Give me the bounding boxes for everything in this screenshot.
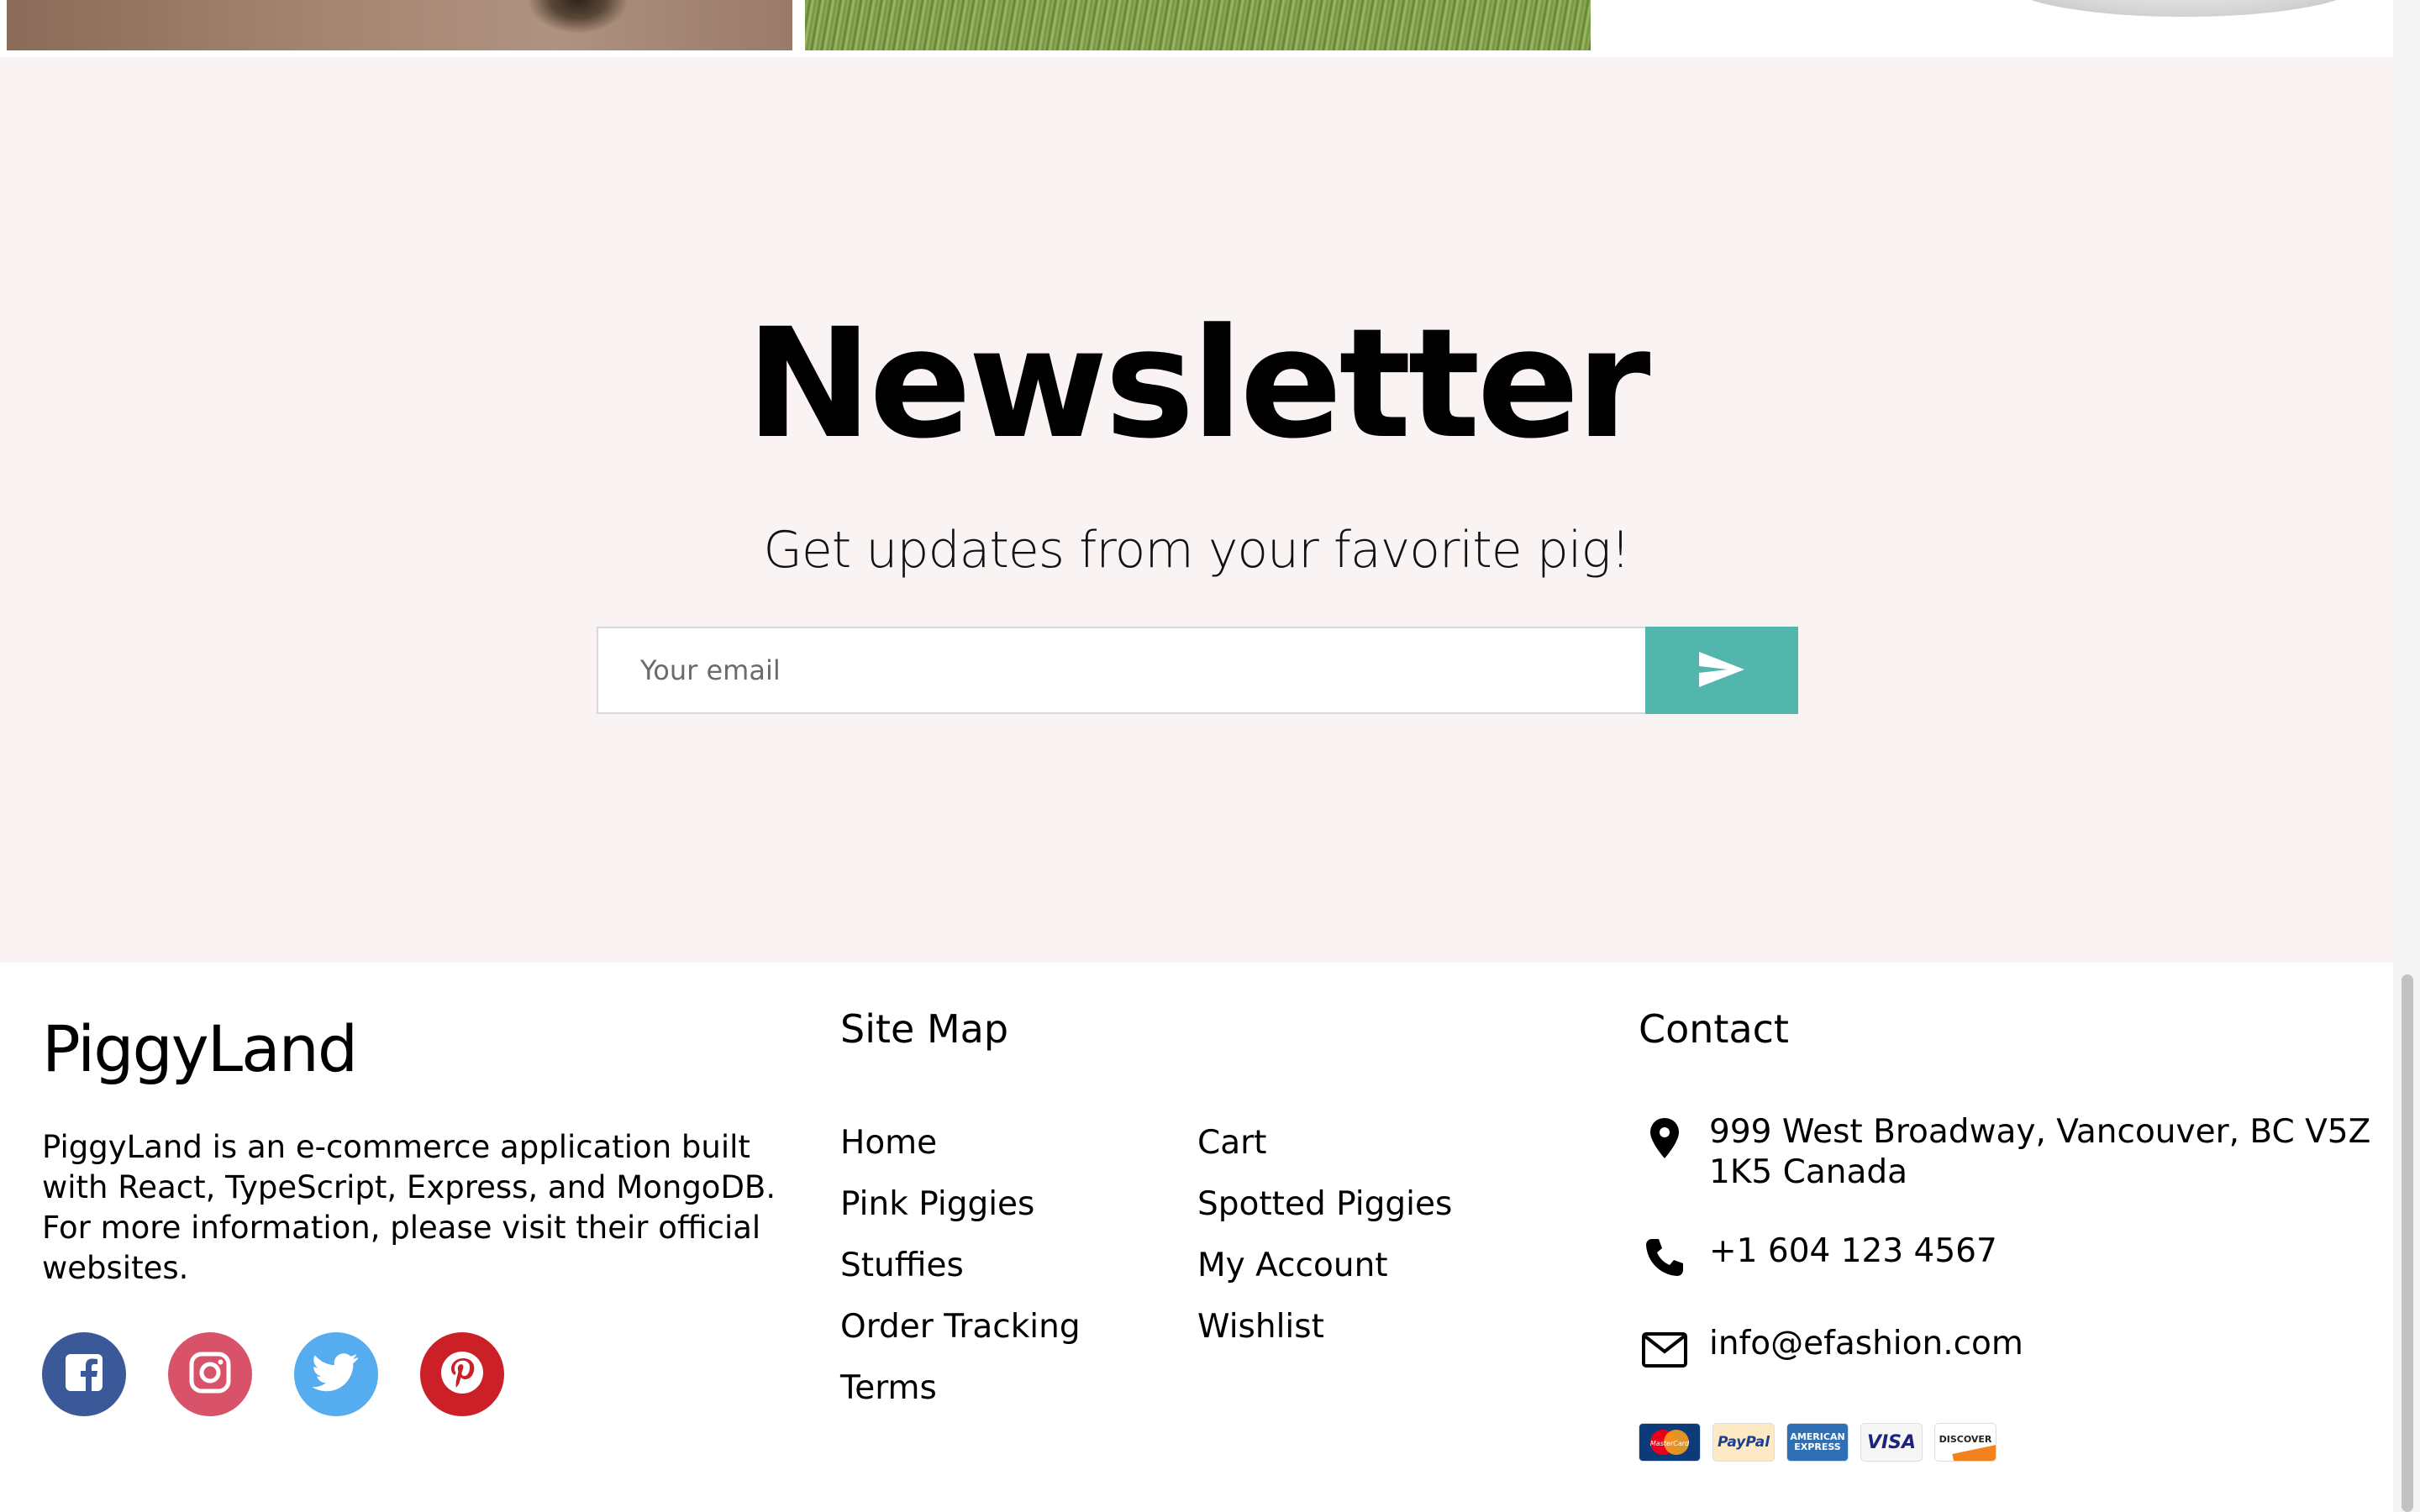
footer-link-stuffies[interactable]: Stuffies <box>840 1235 1081 1296</box>
contact-phone: +1 604 123 4567 <box>1639 1231 2381 1284</box>
pinterest-icon <box>439 1349 486 1399</box>
footer-link-pink-piggies[interactable]: Pink Piggies <box>840 1173 1081 1235</box>
discover-logo: DISCOVER <box>1934 1423 1996 1462</box>
product-image-pig-closeup[interactable] <box>7 0 792 50</box>
sitemap-heading: Site Map <box>840 1006 1009 1052</box>
footer-link-wishlist[interactable]: Wishlist <box>1197 1296 1452 1357</box>
twitter-icon <box>312 1352 360 1396</box>
instagram-icon <box>188 1351 232 1398</box>
product-image-pig-grass[interactable] <box>805 0 1591 50</box>
newsletter-title: Newsletter <box>745 297 1651 472</box>
product-image-bowl[interactable] <box>1604 0 2393 57</box>
footer-brand: PiggyLand <box>42 1011 358 1086</box>
amex-label: AMERICAN EXPRESS <box>1790 1431 1845 1452</box>
facebook-icon <box>64 1352 104 1396</box>
mastercard-label: MasterCard <box>1650 1440 1690 1447</box>
sitemap-column-1: Home Pink Piggies Stuffies Order Trackin… <box>840 1112 1081 1419</box>
contact-email: info@efashion.com <box>1639 1324 2381 1376</box>
product-image-strip <box>0 0 2393 57</box>
location-pin-icon <box>1639 1112 1691 1164</box>
email-input[interactable] <box>597 627 1645 714</box>
instagram-link[interactable] <box>168 1332 252 1416</box>
contact-address-text: 999 West Broadway, Vancouver, BC V5Z 1K5… <box>1709 1113 2371 1191</box>
newsletter-section: Newsletter Get updates from your favorit… <box>0 57 2393 963</box>
discover-label: DISCOVER <box>1939 1433 1992 1445</box>
subscribe-button[interactable] <box>1645 627 1798 714</box>
footer: PiggyLand PiggyLand is an e-commerce app… <box>0 963 2393 1512</box>
paypal-logo: PayPal <box>1712 1423 1775 1462</box>
twitter-link[interactable] <box>294 1332 378 1416</box>
visa-label: VISA <box>1866 1431 1917 1453</box>
visa-logo: VISA <box>1860 1423 1923 1462</box>
footer-link-terms[interactable]: Terms <box>840 1357 1081 1419</box>
amex-logo: AMERICAN EXPRESS <box>1786 1423 1849 1462</box>
footer-link-spotted-piggies[interactable]: Spotted Piggies <box>1197 1173 1452 1235</box>
page-scrollbar[interactable] <box>2393 0 2420 1512</box>
mail-icon <box>1639 1324 1691 1376</box>
phone-icon <box>1639 1231 1691 1284</box>
footer-link-home[interactable]: Home <box>840 1112 1081 1173</box>
paypal-label: PayPal <box>1717 1434 1770 1451</box>
contact-address: 999 West Broadway, Vancouver, BC V5Z 1K5… <box>1639 1112 2381 1193</box>
footer-link-order-tracking[interactable]: Order Tracking <box>840 1296 1081 1357</box>
contact-heading: Contact <box>1639 1006 1789 1052</box>
facebook-link[interactable] <box>42 1332 126 1416</box>
footer-link-cart[interactable]: Cart <box>1197 1112 1452 1173</box>
pinterest-link[interactable] <box>420 1332 504 1416</box>
mastercard-logo: MasterCard <box>1639 1423 1701 1462</box>
newsletter-form <box>597 627 1798 714</box>
scrollbar-thumb[interactable] <box>2402 974 2413 1512</box>
footer-link-my-account[interactable]: My Account <box>1197 1235 1452 1296</box>
contact-phone-text[interactable]: +1 604 123 4567 <box>1709 1231 2381 1272</box>
sitemap-column-2: Cart Spotted Piggies My Account Wishlist <box>1197 1112 1452 1357</box>
send-icon <box>1697 650 1746 691</box>
footer-about-text: PiggyLand is an e-commerce application b… <box>42 1129 776 1286</box>
newsletter-subtitle: Get updates from your favorite pig! <box>763 521 1630 580</box>
contact-email-text[interactable]: info@efashion.com <box>1709 1324 2381 1364</box>
